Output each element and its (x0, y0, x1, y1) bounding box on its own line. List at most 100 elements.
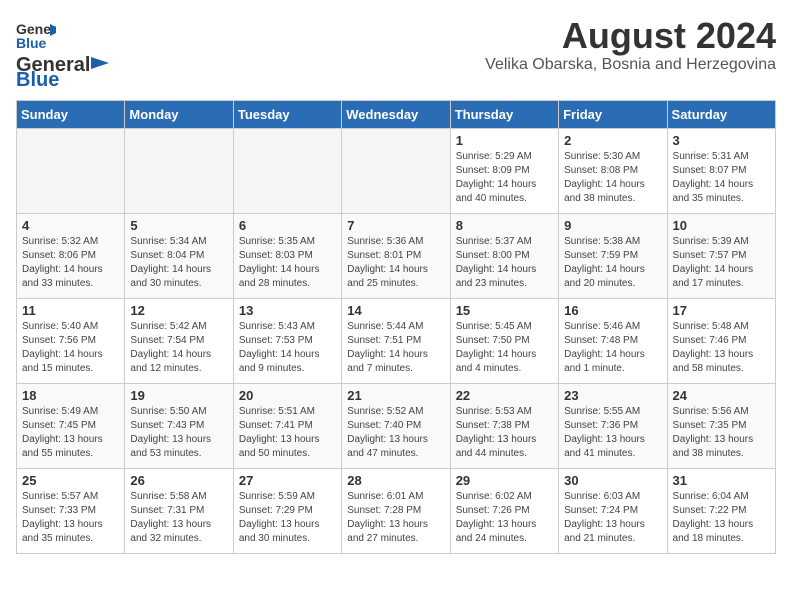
day-number: 20 (239, 388, 336, 403)
page-header: General Blue General Blue August 2024 Ve… (16, 16, 776, 92)
weekday-header-friday: Friday (559, 101, 667, 129)
calendar-day: 1 Sunrise: 5:29 AMSunset: 8:09 PMDaylight… (450, 129, 558, 214)
calendar-day: 9 Sunrise: 5:38 AMSunset: 7:59 PMDaylight… (559, 214, 667, 299)
calendar-day: 14 Sunrise: 5:44 AMSunset: 7:51 PMDayligh… (342, 299, 450, 384)
day-info: Sunrise: 5:43 AMSunset: 7:53 PMDaylight:… (239, 320, 336, 376)
calendar-week-4: 18 Sunrise: 5:49 AMSunset: 7:45 PMDayligh… (17, 384, 776, 469)
day-info: Sunrise: 5:36 AMSunset: 8:01 PMDaylight:… (347, 235, 444, 291)
calendar-day: 5 Sunrise: 5:34 AMSunset: 8:04 PMDaylight… (125, 214, 233, 299)
day-info: Sunrise: 5:37 AMSunset: 8:00 PMDaylight:… (456, 235, 553, 291)
calendar-day: 26 Sunrise: 5:58 AMSunset: 7:31 PMDayligh… (125, 469, 233, 554)
calendar-day (233, 129, 341, 214)
day-number: 2 (564, 133, 661, 148)
calendar-day: 19 Sunrise: 5:50 AMSunset: 7:43 PMDayligh… (125, 384, 233, 469)
calendar-day: 4Sunrise: 5:32 AMSunset: 8:06 PMDaylight… (17, 214, 125, 299)
calendar-day: 8 Sunrise: 5:37 AMSunset: 8:00 PMDaylight… (450, 214, 558, 299)
day-info: Sunrise: 5:31 AMSunset: 8:07 PMDaylight:… (673, 150, 770, 206)
day-number: 1 (456, 133, 553, 148)
logo-arrow-icon (91, 55, 113, 71)
calendar-week-5: 25Sunrise: 5:57 AMSunset: 7:33 PMDayligh… (17, 469, 776, 554)
day-number: 19 (130, 388, 227, 403)
day-number: 16 (564, 303, 661, 318)
calendar-day: 12 Sunrise: 5:42 AMSunset: 7:54 PMDayligh… (125, 299, 233, 384)
day-number: 6 (239, 218, 336, 233)
day-number: 29 (456, 473, 553, 488)
subtitle: Velika Obarska, Bosnia and Herzegovina (485, 56, 776, 74)
day-info: Sunrise: 5:34 AMSunset: 8:04 PMDaylight:… (130, 235, 227, 291)
calendar-day: 24Sunrise: 5:56 AMSunset: 7:35 PMDayligh… (667, 384, 775, 469)
day-info: Sunrise: 5:49 AMSunset: 7:45 PMDaylight:… (22, 405, 119, 461)
calendar-day: 23 Sunrise: 5:55 AMSunset: 7:36 PMDayligh… (559, 384, 667, 469)
title-block: August 2024 Velika Obarska, Bosnia and H… (485, 16, 776, 74)
calendar-week-3: 11 Sunrise: 5:40 AMSunset: 7:56 PMDayligh… (17, 299, 776, 384)
day-number: 3 (673, 133, 770, 148)
weekday-header-tuesday: Tuesday (233, 101, 341, 129)
day-info: Sunrise: 6:01 AMSunset: 7:28 PMDaylight:… (347, 490, 444, 546)
calendar-day: 29 Sunrise: 6:02 AMSunset: 7:26 PMDayligh… (450, 469, 558, 554)
calendar-day: 27 Sunrise: 5:59 AMSunset: 7:29 PMDayligh… (233, 469, 341, 554)
day-number: 11 (22, 303, 119, 318)
calendar-day: 25Sunrise: 5:57 AMSunset: 7:33 PMDayligh… (17, 469, 125, 554)
day-number: 26 (130, 473, 227, 488)
day-number: 27 (239, 473, 336, 488)
calendar-day: 31 Sunrise: 6:04 AMSunset: 7:22 PMDayligh… (667, 469, 775, 554)
calendar-day: 21Sunrise: 5:52 AMSunset: 7:40 PMDayligh… (342, 384, 450, 469)
weekday-header-row: SundayMondayTuesdayWednesdayThursdayFrid… (17, 101, 776, 129)
day-info: Sunrise: 6:04 AMSunset: 7:22 PMDaylight:… (673, 490, 770, 546)
calendar-day: 22 Sunrise: 5:53 AMSunset: 7:38 PMDayligh… (450, 384, 558, 469)
day-info: Sunrise: 5:59 AMSunset: 7:29 PMDaylight:… (239, 490, 336, 546)
day-info: Sunrise: 5:35 AMSunset: 8:03 PMDaylight:… (239, 235, 336, 291)
day-number: 28 (347, 473, 444, 488)
calendar-day: 28 Sunrise: 6:01 AMSunset: 7:28 PMDayligh… (342, 469, 450, 554)
weekday-header-thursday: Thursday (450, 101, 558, 129)
day-number: 14 (347, 303, 444, 318)
weekday-header-sunday: Sunday (17, 101, 125, 129)
calendar-day (17, 129, 125, 214)
calendar-day: 7 Sunrise: 5:36 AMSunset: 8:01 PMDaylight… (342, 214, 450, 299)
calendar-day: 2 Sunrise: 5:30 AMSunset: 8:08 PMDaylight… (559, 129, 667, 214)
day-info: Sunrise: 5:38 AMSunset: 7:59 PMDaylight:… (564, 235, 661, 291)
day-number: 24 (673, 388, 770, 403)
calendar-day: 16 Sunrise: 5:46 AMSunset: 7:48 PMDayligh… (559, 299, 667, 384)
main-title: August 2024 (485, 16, 776, 56)
day-number: 23 (564, 388, 661, 403)
calendar-day: 20 Sunrise: 5:51 AMSunset: 7:41 PMDayligh… (233, 384, 341, 469)
day-info: Sunrise: 5:42 AMSunset: 7:54 PMDaylight:… (130, 320, 227, 376)
svg-text:Blue: Blue (16, 35, 47, 51)
day-info: Sunrise: 6:02 AMSunset: 7:26 PMDaylight:… (456, 490, 553, 546)
day-info: Sunrise: 5:39 AMSunset: 7:57 PMDaylight:… (673, 235, 770, 291)
day-info: Sunrise: 5:48 AMSunset: 7:46 PMDaylight:… (673, 320, 770, 376)
day-info: Sunrise: 5:29 AMSunset: 8:09 PMDaylight:… (456, 150, 553, 206)
day-info: Sunrise: 5:53 AMSunset: 7:38 PMDaylight:… (456, 405, 553, 461)
day-number: 7 (347, 218, 444, 233)
calendar-day: 15 Sunrise: 5:45 AMSunset: 7:50 PMDayligh… (450, 299, 558, 384)
day-number: 18 (22, 388, 119, 403)
day-info: Sunrise: 5:50 AMSunset: 7:43 PMDaylight:… (130, 405, 227, 461)
calendar-day: 3 Sunrise: 5:31 AMSunset: 8:07 PMDaylight… (667, 129, 775, 214)
calendar-day: 10 Sunrise: 5:39 AMSunset: 7:57 PMDayligh… (667, 214, 775, 299)
day-info: Sunrise: 5:51 AMSunset: 7:41 PMDaylight:… (239, 405, 336, 461)
weekday-header-wednesday: Wednesday (342, 101, 450, 129)
calendar-week-2: 4Sunrise: 5:32 AMSunset: 8:06 PMDaylight… (17, 214, 776, 299)
day-number: 10 (673, 218, 770, 233)
day-number: 22 (456, 388, 553, 403)
calendar-week-1: 1 Sunrise: 5:29 AMSunset: 8:09 PMDaylight… (17, 129, 776, 214)
calendar-day: 18 Sunrise: 5:49 AMSunset: 7:45 PMDayligh… (17, 384, 125, 469)
day-number: 8 (456, 218, 553, 233)
day-number: 21 (347, 388, 444, 403)
day-info: Sunrise: 5:44 AMSunset: 7:51 PMDaylight:… (347, 320, 444, 376)
day-number: 5 (130, 218, 227, 233)
day-number: 31 (673, 473, 770, 488)
day-info: Sunrise: 5:55 AMSunset: 7:36 PMDaylight:… (564, 405, 661, 461)
weekday-header-saturday: Saturday (667, 101, 775, 129)
day-info: Sunrise: 5:30 AMSunset: 8:08 PMDaylight:… (564, 150, 661, 206)
day-info: Sunrise: 5:46 AMSunset: 7:48 PMDaylight:… (564, 320, 661, 376)
day-number: 15 (456, 303, 553, 318)
day-info: Sunrise: 5:40 AMSunset: 7:56 PMDaylight:… (22, 320, 119, 376)
day-info: Sunrise: 5:45 AMSunset: 7:50 PMDaylight:… (456, 320, 553, 376)
day-number: 12 (130, 303, 227, 318)
calendar-day: 13Sunrise: 5:43 AMSunset: 7:53 PMDayligh… (233, 299, 341, 384)
day-number: 9 (564, 218, 661, 233)
day-info: Sunrise: 5:32 AMSunset: 8:06 PMDaylight:… (22, 235, 119, 291)
day-info: Sunrise: 5:58 AMSunset: 7:31 PMDaylight:… (130, 490, 227, 546)
